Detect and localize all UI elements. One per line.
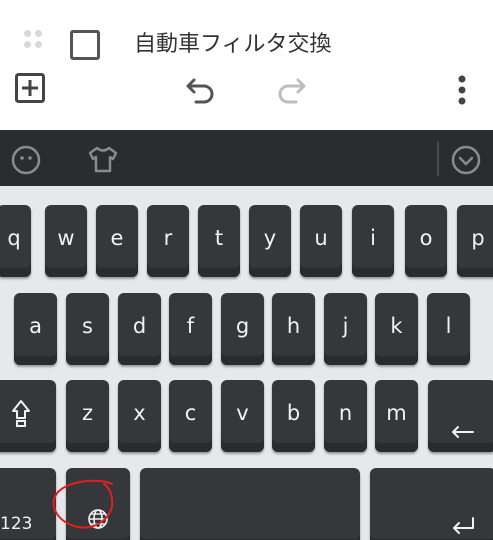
drag-handle-icon[interactable] bbox=[24, 0, 44, 8]
item-checkbox[interactable] bbox=[70, 30, 100, 60]
key-h[interactable]: h bbox=[272, 293, 315, 365]
chevron-down-circle-icon bbox=[451, 145, 481, 175]
shift-icon bbox=[12, 400, 30, 427]
emoji-button[interactable] bbox=[10, 144, 42, 176]
key-o[interactable]: o bbox=[405, 205, 447, 277]
theme-button[interactable] bbox=[86, 143, 120, 175]
numbers-key[interactable]: 123 bbox=[0, 468, 56, 540]
redo-button[interactable] bbox=[272, 70, 310, 108]
undo-button[interactable] bbox=[182, 70, 220, 108]
key-g[interactable]: g bbox=[221, 293, 264, 365]
key-v[interactable]: v bbox=[221, 380, 264, 452]
collapse-keyboard-button[interactable] bbox=[450, 144, 482, 176]
key-w[interactable]: w bbox=[45, 205, 87, 277]
key-p[interactable]: p bbox=[457, 205, 493, 277]
key-u[interactable]: u bbox=[300, 205, 342, 277]
key-k[interactable]: k bbox=[375, 293, 418, 365]
key-i[interactable]: i bbox=[352, 205, 394, 277]
previous-list-row[interactable] bbox=[0, 0, 493, 8]
key-e[interactable]: e bbox=[96, 205, 138, 277]
key-d[interactable]: d bbox=[118, 293, 161, 365]
key-n[interactable]: n bbox=[324, 380, 367, 452]
editor-toolbar bbox=[0, 62, 493, 130]
key-a[interactable]: a bbox=[14, 293, 57, 365]
key-c[interactable]: c bbox=[169, 380, 212, 452]
globe-icon bbox=[88, 509, 108, 529]
enter-key[interactable] bbox=[370, 468, 493, 540]
key-m[interactable]: m bbox=[375, 380, 418, 452]
list-area: 自動車フィルタ交換 bbox=[0, 0, 493, 62]
key-f[interactable]: f bbox=[169, 293, 212, 365]
plus-square-icon bbox=[15, 73, 45, 103]
top-bar-divider bbox=[437, 142, 439, 176]
shift-key[interactable] bbox=[0, 380, 56, 452]
enter-icon bbox=[453, 517, 474, 534]
undo-icon bbox=[186, 78, 214, 104]
key-t[interactable]: t bbox=[198, 205, 240, 277]
list-item-text[interactable]: 自動車フィルタ交換 bbox=[134, 26, 332, 58]
emoji-icon bbox=[11, 145, 41, 175]
add-button[interactable] bbox=[12, 70, 48, 106]
key-q[interactable]: q bbox=[0, 205, 31, 277]
keyboard-top-bar bbox=[0, 130, 493, 186]
drag-handle-icon[interactable] bbox=[24, 30, 44, 50]
redo-icon bbox=[278, 78, 306, 104]
key-l[interactable]: l bbox=[427, 293, 470, 365]
backspace-key[interactable] bbox=[428, 380, 493, 452]
key-z[interactable]: z bbox=[66, 380, 109, 452]
space-key[interactable] bbox=[140, 468, 360, 540]
language-key[interactable] bbox=[66, 468, 130, 540]
more-vertical-icon bbox=[458, 75, 466, 105]
key-j[interactable]: j bbox=[324, 293, 367, 365]
shirt-icon bbox=[88, 146, 118, 173]
key-r[interactable]: r bbox=[147, 205, 189, 277]
more-options-button[interactable] bbox=[448, 70, 476, 110]
key-s[interactable]: s bbox=[66, 293, 109, 365]
key-b[interactable]: b bbox=[272, 380, 315, 452]
backspace-icon bbox=[452, 426, 474, 438]
key-y[interactable]: y bbox=[249, 205, 291, 277]
soft-keyboard: q w e r t y u i o p a s d f g h j k l z … bbox=[0, 130, 493, 540]
key-x[interactable]: x bbox=[118, 380, 161, 452]
